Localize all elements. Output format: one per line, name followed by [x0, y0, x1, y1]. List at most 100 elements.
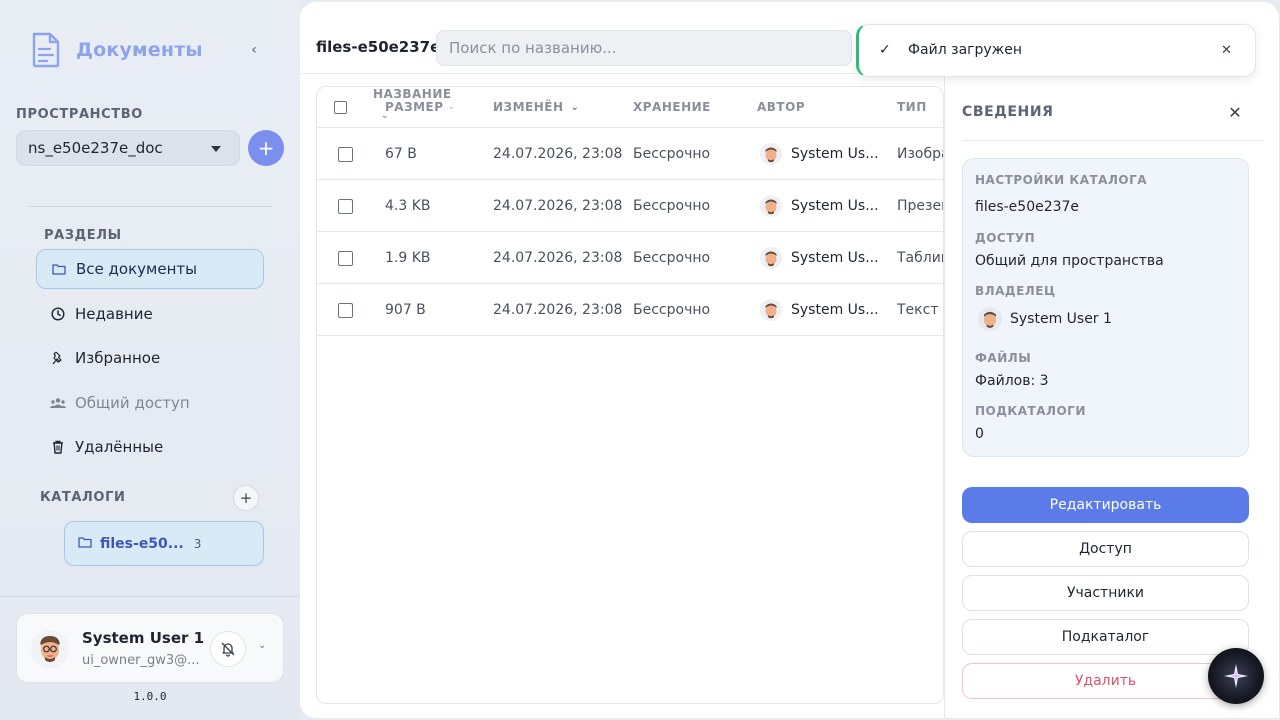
cell-modified: 24.07.2026, 23:08	[493, 198, 623, 214]
subcatalogs-value: 0	[975, 426, 984, 442]
nav-shared[interactable]: Общий доступ	[36, 383, 264, 423]
table-row[interactable]: 1.9 KB 24.07.2026, 23:08 Бессрочно Syste…	[317, 232, 943, 284]
cell-storage: Бессрочно	[633, 302, 711, 318]
app-version: 1.0.0	[133, 690, 167, 703]
row-checkbox[interactable]	[338, 180, 353, 232]
notifications-button[interactable]	[210, 631, 246, 667]
close-icon: ✕	[1228, 102, 1242, 122]
cell-storage: Бессрочно	[633, 250, 711, 266]
avatar	[760, 143, 782, 165]
access-label: ДОСТУП	[975, 231, 1036, 245]
catalog-name: files-e50...	[100, 535, 184, 552]
row-checkbox[interactable]	[338, 284, 353, 336]
chevron-left-icon: ‹	[251, 42, 257, 58]
nav-label: Удалённые	[75, 438, 164, 456]
cell-size: 1.9 KB	[385, 250, 431, 266]
access-button[interactable]: Доступ	[962, 531, 1249, 567]
add-catalog-button[interactable]: +	[233, 485, 259, 511]
nav-all-documents[interactable]: Все документы	[36, 249, 264, 289]
row-checkbox[interactable]	[338, 232, 353, 284]
add-namespace-button[interactable]: +	[248, 130, 284, 166]
toast-notification: ✓ Файл загружен ✕	[856, 24, 1256, 77]
details-title: СВЕДЕНИЯ	[962, 104, 1054, 120]
divider	[962, 140, 1264, 141]
divider	[28, 206, 272, 207]
main-panel: files-e50e237e НАЗВАНИЕ ⌄ РАЗМЕР⌄ ИЗМЕНЁ…	[300, 2, 1279, 718]
nav-label: Избранное	[75, 349, 161, 367]
close-toast-icon[interactable]: ✕	[1221, 43, 1232, 58]
files-label: ФАЙЛЫ	[975, 351, 1032, 365]
column-header-type[interactable]: ТИП	[897, 87, 927, 127]
chevron-down-icon[interactable]: ⌄	[258, 640, 266, 651]
cell-modified: 24.07.2026, 23:08	[493, 302, 623, 318]
close-details-button[interactable]: ✕	[1225, 102, 1245, 122]
brand-name: Документы	[76, 39, 203, 61]
check-icon: ✓	[879, 42, 891, 58]
nav-label: Общий доступ	[75, 394, 190, 412]
column-header-modified[interactable]: ИЗМЕНЁН ⌄	[493, 87, 579, 127]
cell-type: Текст	[897, 302, 939, 318]
cell-storage: Бессрочно	[633, 198, 711, 214]
pin-icon	[50, 350, 66, 366]
edit-button[interactable]: Редактировать	[962, 487, 1249, 523]
row-checkbox[interactable]	[338, 128, 353, 180]
avatar	[760, 247, 782, 269]
column-header-storage[interactable]: ХРАНЕНИЕ	[633, 87, 711, 127]
owner-label: ВЛАДЕЛЕЦ	[975, 284, 1056, 298]
nav-label: Недавние	[75, 305, 153, 323]
space-label: ПРОСТРАНСТВО	[16, 107, 143, 122]
cell-size: 67 B	[385, 146, 417, 162]
nav-deleted[interactable]: Удалённые	[36, 427, 264, 467]
owner-value: System User 1	[1010, 311, 1112, 327]
access-value: Общий для пространства	[975, 253, 1164, 269]
nav-recent[interactable]: Недавние	[36, 294, 264, 334]
sort-desc-icon: ⌄	[570, 101, 580, 113]
caret-down-icon	[211, 146, 221, 152]
subcatalog-button[interactable]: Подкаталог	[962, 619, 1249, 655]
column-header-size[interactable]: РАЗМЕР ⌄	[385, 87, 456, 127]
details-panel: СВЕДЕНИЯ ✕ НАСТРОЙКИ КАТАЛОГА files-e50e…	[944, 72, 1279, 718]
column-header-author[interactable]: АВТОР	[757, 87, 805, 127]
collapse-sidebar-button[interactable]: ‹	[244, 40, 264, 60]
cell-storage: Бессрочно	[633, 146, 711, 162]
document-logo-icon	[32, 32, 60, 68]
assistant-fab-button[interactable]	[1208, 648, 1264, 704]
namespace-value: ns_e50e237e_doc	[28, 139, 163, 157]
table-row[interactable]: 4.3 KB 24.07.2026, 23:08 Бессрочно Syste…	[317, 180, 943, 232]
breadcrumb[interactable]: files-e50e237e	[316, 38, 440, 56]
user-card[interactable]: System User 1 ui_owner_gw3@... ⌄	[16, 613, 284, 683]
nav-favorites[interactable]: Избранное	[36, 338, 264, 378]
cell-author: System Us...	[760, 284, 879, 336]
cell-size: 4.3 KB	[385, 198, 431, 214]
nav-label: Все документы	[76, 260, 197, 278]
delete-button[interactable]: Удалить	[962, 663, 1249, 699]
namespace-select[interactable]: ns_e50e237e_doc	[16, 130, 240, 166]
catalog-item[interactable]: files-e50... 3	[64, 521, 264, 566]
members-button[interactable]: Участники	[962, 575, 1249, 611]
catalogs-label: КАТАЛОГИ	[40, 490, 126, 505]
plus-icon: +	[257, 136, 275, 160]
cell-author: System Us...	[760, 180, 879, 232]
files-table: НАЗВАНИЕ ⌄ РАЗМЕР ⌄ ИЗМЕНЁН ⌄ ХРАНЕНИЕ АВТ…	[316, 86, 944, 704]
sparkle-icon	[1224, 664, 1248, 688]
cell-author: System Us...	[760, 128, 879, 180]
catalog-settings-label: НАСТРОЙКИ КАТАЛОГА	[975, 173, 1148, 187]
divider	[0, 596, 300, 597]
cell-modified: 24.07.2026, 23:08	[493, 250, 623, 266]
cell-modified: 24.07.2026, 23:08	[493, 146, 623, 162]
search-input[interactable]	[436, 30, 852, 66]
user-email: ui_owner_gw3@...	[82, 653, 200, 668]
files-value: Файлов: 3	[975, 373, 1049, 389]
cell-type: Таблиц	[897, 250, 943, 266]
table-row[interactable]: 67 B 24.07.2026, 23:08 Бессрочно System …	[317, 128, 943, 180]
toast-message: Файл загружен	[908, 42, 1023, 58]
brand[interactable]: Документы	[30, 32, 203, 68]
user-name: System User 1	[82, 629, 205, 647]
select-all-checkbox[interactable]	[334, 87, 347, 127]
sections-label: РАЗДЕЛЫ	[44, 228, 122, 243]
trash-icon	[50, 439, 66, 455]
table-row[interactable]: 907 B 24.07.2026, 23:08 Бессрочно System…	[317, 284, 943, 336]
bell-off-icon	[221, 642, 235, 657]
catalog-settings-value: files-e50e237e	[975, 199, 1080, 215]
cell-type: Изобра	[897, 146, 943, 162]
